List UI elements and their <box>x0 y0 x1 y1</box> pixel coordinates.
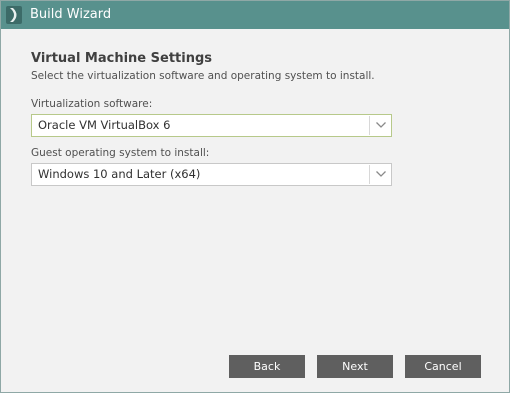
back-button[interactable]: Back <box>229 355 305 378</box>
guest-os-value: Windows 10 and Later (x64) <box>38 167 201 181</box>
title-bar: Build Wizard <box>1 1 509 29</box>
chevron-down-icon[interactable] <box>375 169 387 179</box>
guest-os-label: Guest operating system to install: <box>31 147 210 159</box>
virtualization-software-label: Virtualization software: <box>31 98 153 110</box>
window-title: Build Wizard <box>30 7 112 22</box>
chevron-down-icon[interactable] <box>375 120 387 130</box>
virtualization-software-value: Oracle VM VirtualBox 6 <box>38 118 171 132</box>
next-button[interactable]: Next <box>317 355 393 378</box>
page-description: Select the virtualization software and o… <box>31 70 375 82</box>
cancel-button[interactable]: Cancel <box>405 355 481 378</box>
guest-os-select[interactable]: Windows 10 and Later (x64) <box>31 163 392 186</box>
virtualization-software-select[interactable]: Oracle VM VirtualBox 6 <box>31 114 392 137</box>
select-divider <box>369 165 370 184</box>
page-heading: Virtual Machine Settings <box>31 51 213 66</box>
wizard-chevron-icon <box>6 6 22 24</box>
select-divider <box>369 116 370 135</box>
build-wizard-window: Build Wizard Virtual Machine Settings Se… <box>0 0 510 393</box>
